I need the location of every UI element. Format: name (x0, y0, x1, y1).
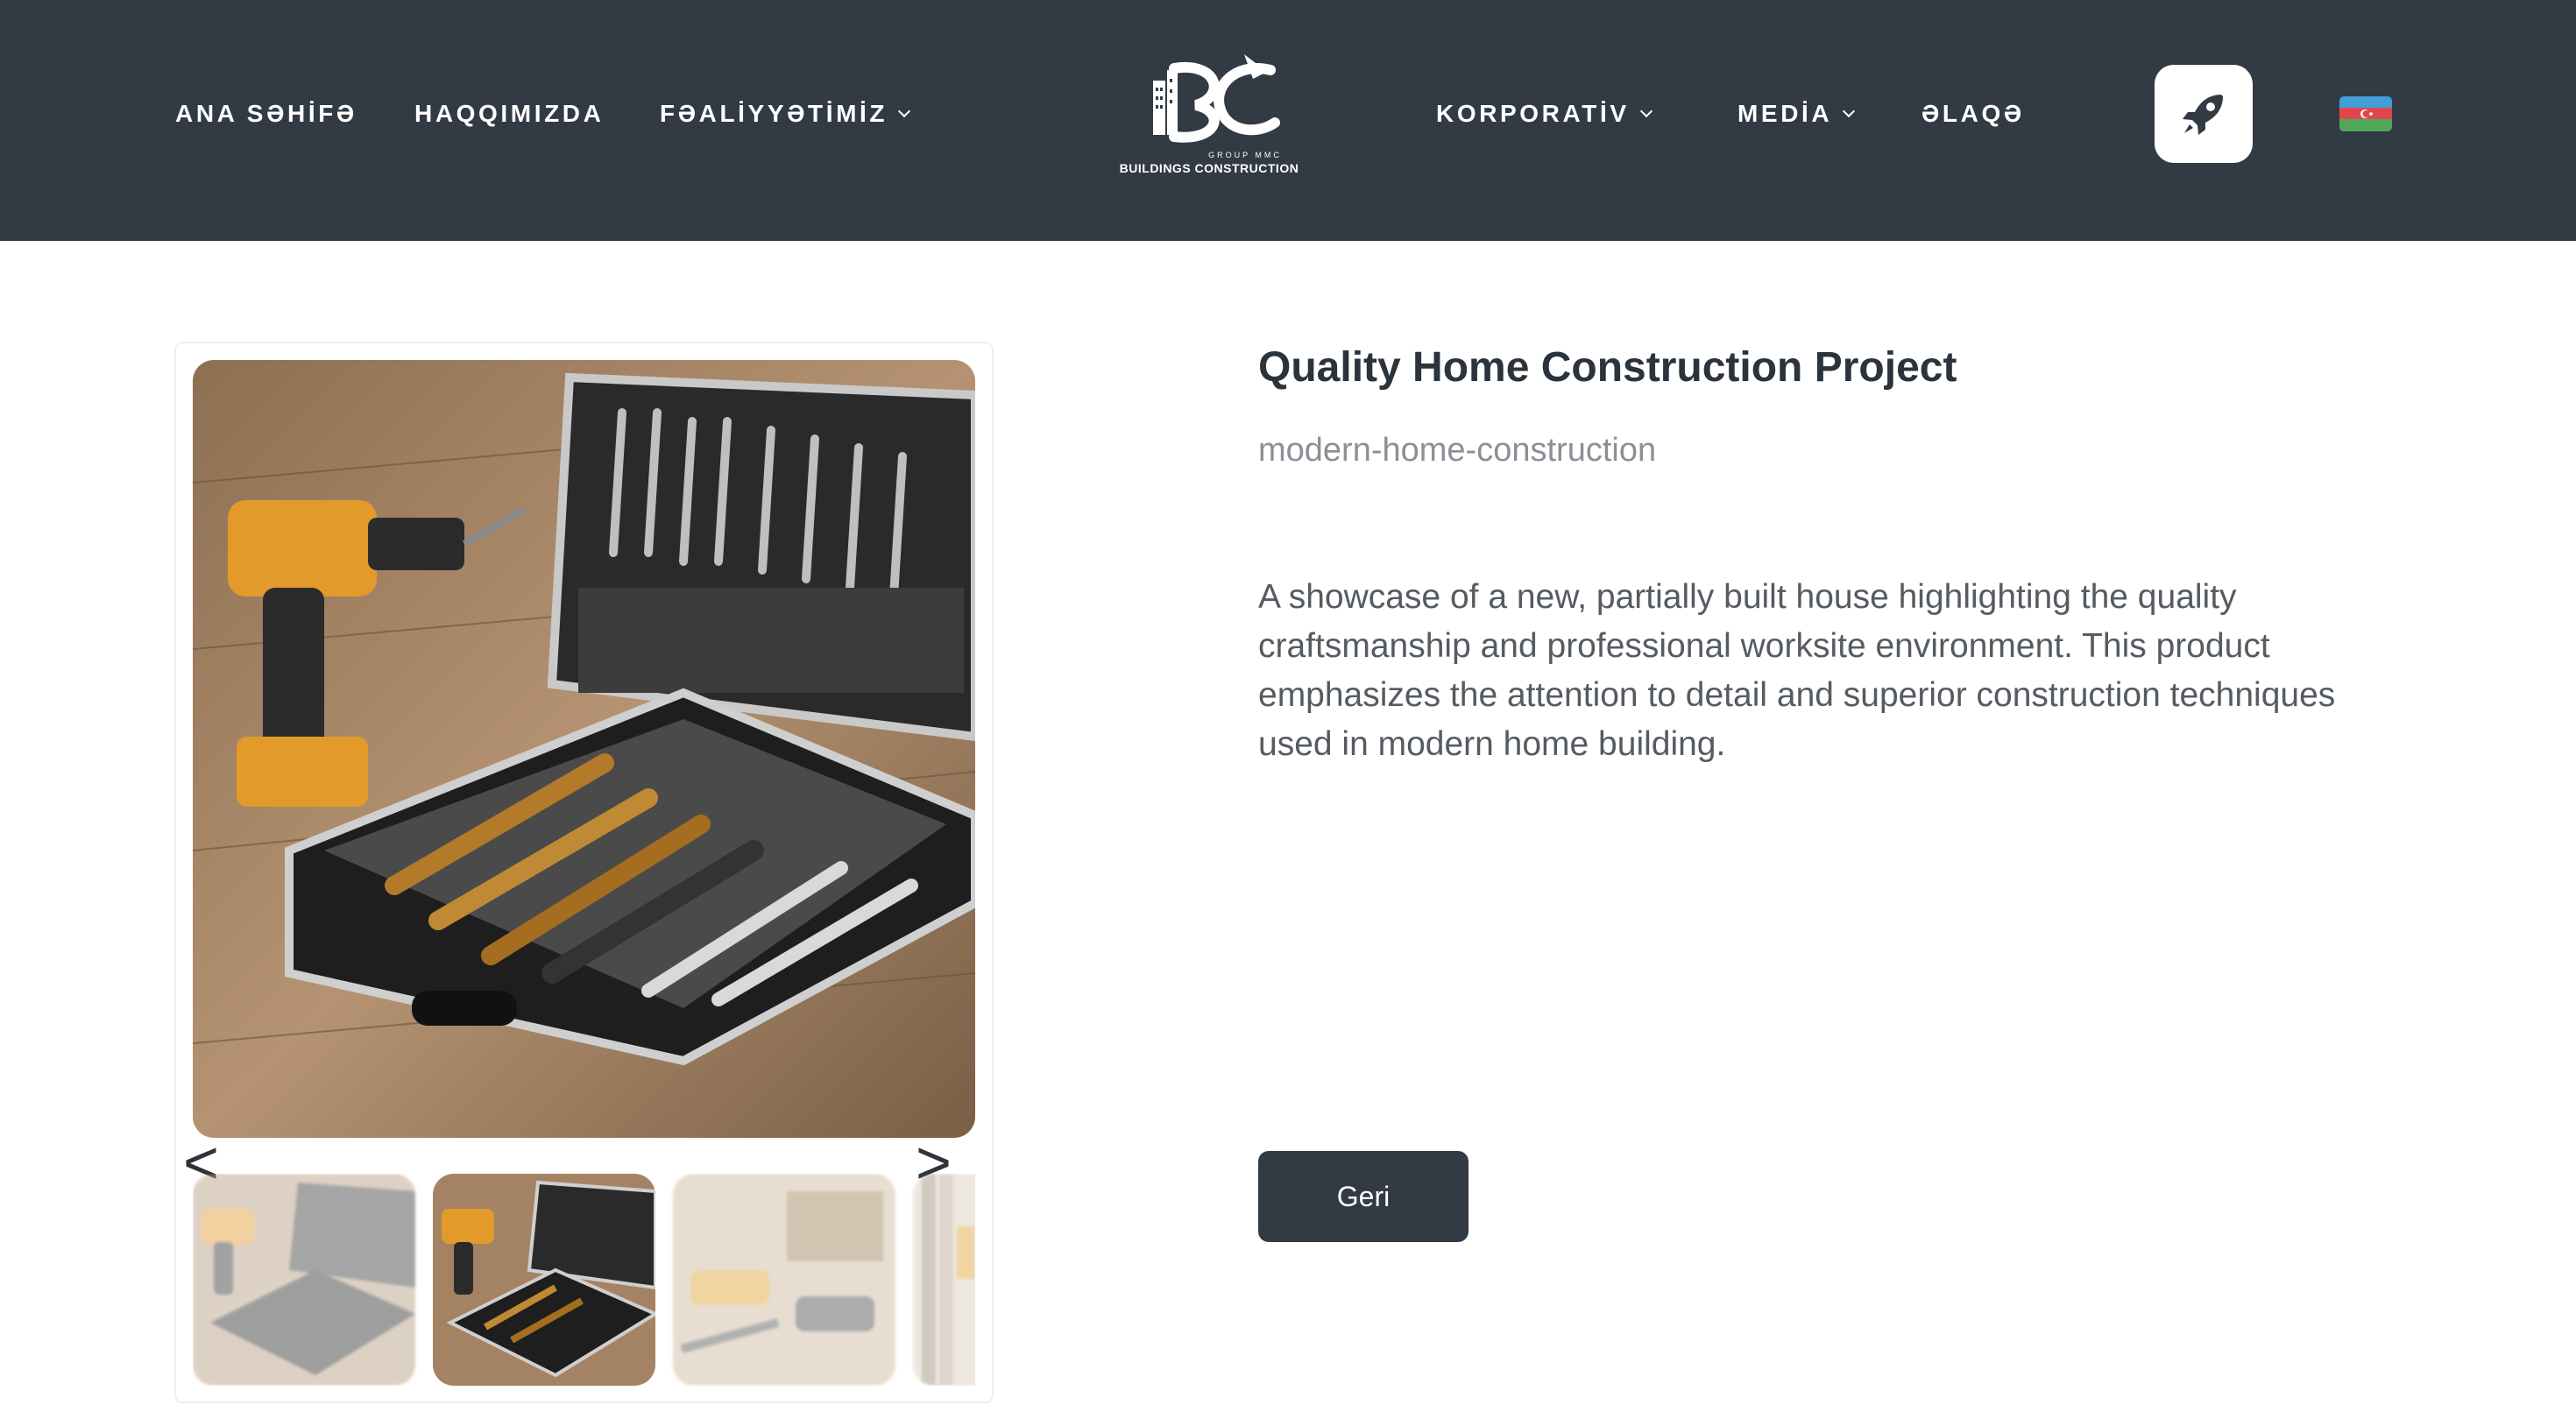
nav-media[interactable]: MEDİA (1737, 98, 1856, 130)
product-gallery: < > (174, 342, 994, 1403)
company-logo[interactable]: GROUP MMC BUILDINGS CONSTRUCTION (1113, 44, 1306, 184)
nav-contact[interactable]: ƏLAQƏ (1921, 98, 2025, 130)
thumbnail-2-active[interactable] (433, 1174, 655, 1386)
thumbnail-1[interactable] (193, 1174, 415, 1386)
back-button[interactable]: Geri (1258, 1151, 1468, 1242)
thumbnail-4[interactable] (913, 1174, 975, 1386)
chevron-down-icon (1843, 104, 1856, 118)
site-header: ANA SƏHİFƏ HAQQIMIZDA FƏALİYYƏTİMİZ GROU… (0, 0, 2576, 241)
logo-title: BUILDINGS CONSTRUCTION (1119, 161, 1299, 175)
nav-corporate[interactable]: KORPORATİV (1436, 98, 1652, 130)
logo-mark-icon (1153, 54, 1280, 143)
thumbnail-image (433, 1174, 655, 1386)
thumbnail-image (673, 1174, 895, 1386)
language-flag-az[interactable] (2339, 96, 2392, 131)
azerbaijan-flag-icon (2360, 109, 2373, 118)
nav-about[interactable]: HAQQIMIZDA (414, 98, 604, 130)
product-title: Quality Home Construction Project (1258, 344, 1957, 391)
main-product-image[interactable] (193, 360, 975, 1138)
nav-activities-label: FƏALİYYƏTİMİZ (660, 100, 888, 127)
thumbnail-3[interactable] (673, 1174, 895, 1386)
nav-contact-label: ƏLAQƏ (1921, 100, 2025, 127)
product-description: A showcase of a new, partially built hou… (1258, 578, 2336, 763)
toolbox-photo (193, 360, 975, 1138)
thumbnail-image (193, 1174, 415, 1386)
chevron-down-icon (898, 104, 911, 118)
chevron-down-icon (1639, 104, 1652, 118)
nav-home[interactable]: ANA SƏHİFƏ (175, 98, 357, 130)
rocket-icon (2183, 95, 2223, 135)
nav-home-label: ANA SƏHİFƏ (175, 100, 357, 127)
nav-media-label: MEDİA (1737, 100, 1833, 127)
logo-subtitle: GROUP MMC (1208, 151, 1282, 159)
nav-about-label: HAQQIMIZDA (414, 100, 605, 127)
nav-activities[interactable]: FƏALİYYƏTİMİZ (660, 98, 911, 130)
rocket-button[interactable] (2155, 65, 2253, 163)
product-slug: modern-home-construction (1258, 432, 1657, 469)
thumbnail-strip (193, 1174, 975, 1386)
thumbnail-image (913, 1174, 975, 1386)
nav-corporate-label: KORPORATİV (1436, 100, 1630, 127)
